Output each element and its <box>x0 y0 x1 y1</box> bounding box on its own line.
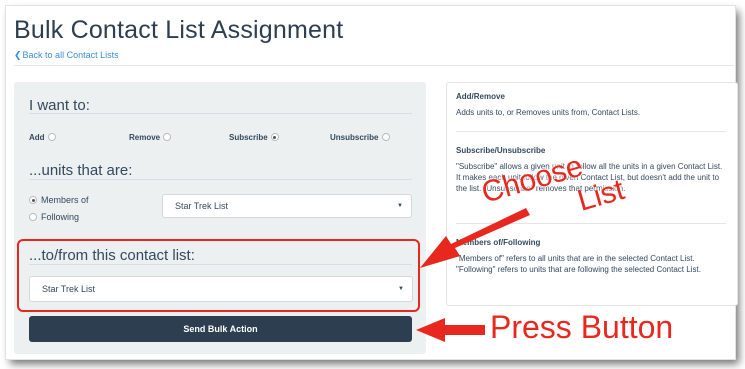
press-arrow <box>416 318 485 342</box>
annotation-press-button: Press Button <box>490 309 674 345</box>
choose-arrow <box>420 208 530 268</box>
